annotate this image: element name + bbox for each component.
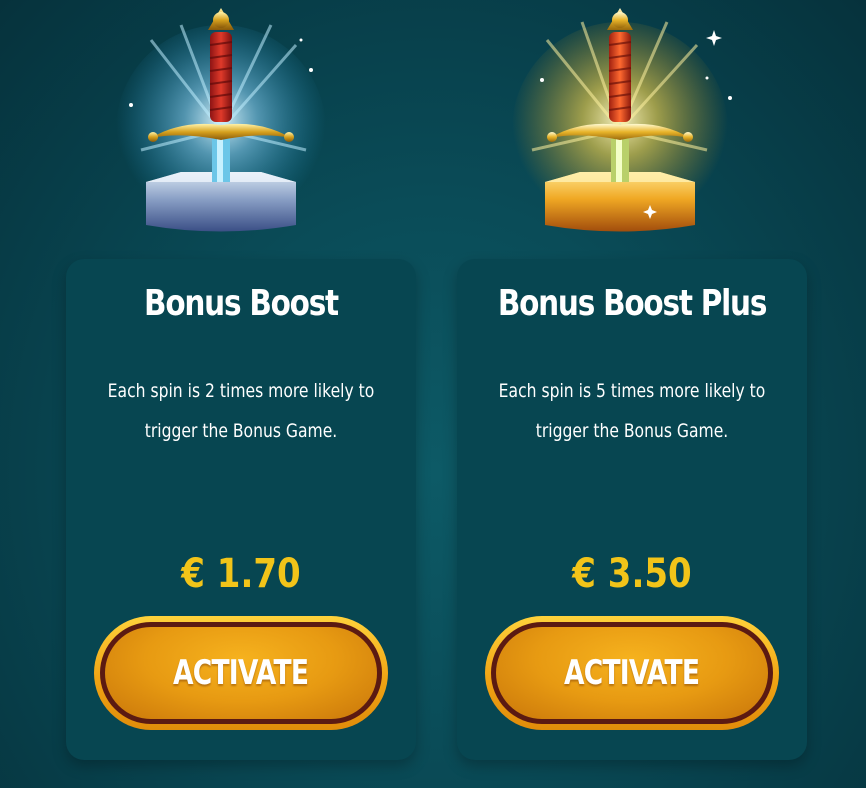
offer-bonus-boost: Bonus Boost Each spin is 2 times more li…	[66, 0, 416, 788]
button-face: ACTIVATE	[496, 627, 768, 719]
offer-description: Each spin is 2 times more likely to trig…	[107, 380, 375, 442]
offer-price: € 3.50	[572, 551, 692, 597]
offer-bonus-boost-plus: Bonus Boost Plus Each spin is 5 times mo…	[457, 0, 807, 788]
sword-in-stone-gold-icon	[502, 0, 762, 260]
activate-button-label: ACTIVATE	[173, 653, 309, 693]
activate-button-label: ACTIVATE	[564, 653, 700, 693]
offer-title: Bonus Boost Plus	[497, 283, 768, 324]
offer-title: Bonus Boost	[144, 283, 339, 324]
sword-in-stone-blue-icon	[111, 0, 371, 260]
offer-description: Each spin is 5 times more likely to trig…	[498, 380, 766, 442]
offer-card: Bonus Boost Each spin is 2 times more li…	[66, 259, 416, 760]
button-face: ACTIVATE	[105, 627, 377, 719]
activate-bonus-boost-button[interactable]: ACTIVATE	[94, 616, 388, 730]
activate-bonus-boost-plus-button[interactable]: ACTIVATE	[485, 616, 779, 730]
offer-price: € 1.70	[181, 551, 301, 597]
button-ring: ACTIVATE	[100, 622, 382, 724]
button-ring: ACTIVATE	[491, 622, 773, 724]
offer-card: Bonus Boost Plus Each spin is 5 times mo…	[457, 259, 807, 760]
